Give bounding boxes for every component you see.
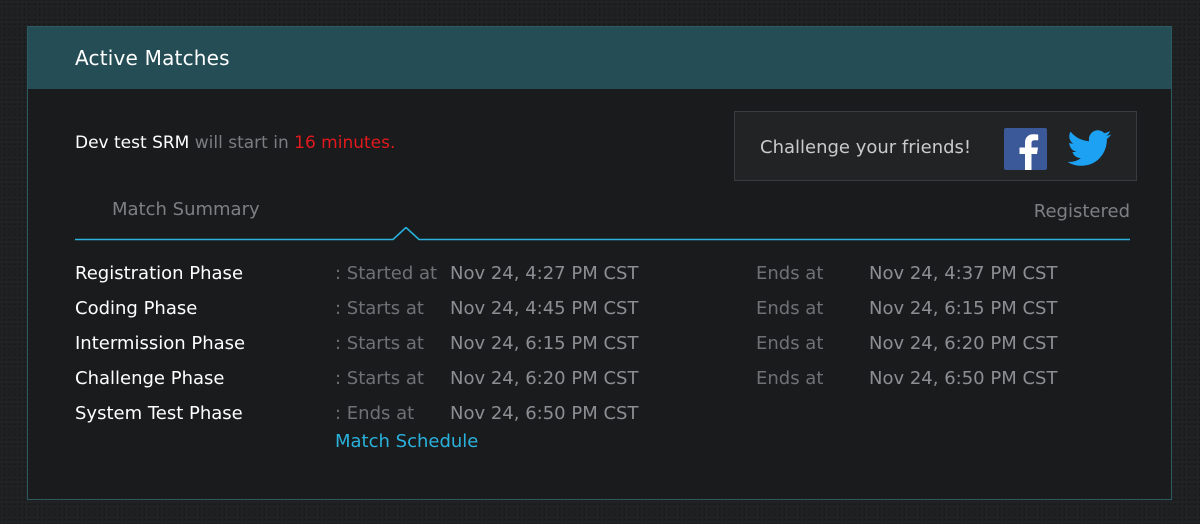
schedule-row-system-test: System Test Phase : Ends at Nov 24, 6:50… (75, 403, 1135, 438)
panel-header: Active Matches (28, 27, 1171, 89)
phase-name: Coding Phase (75, 298, 198, 319)
active-matches-panel: Active Matches Dev test SRM will start i… (27, 26, 1172, 500)
countdown-text: 16 minutes. (294, 133, 396, 153)
end-label: Ends at (756, 368, 824, 389)
match-name: Dev test SRM (75, 133, 190, 153)
start-time: Nov 24, 4:45 PM CST (450, 298, 639, 319)
phase-name: Challenge Phase (75, 368, 225, 389)
schedule-row-coding: Coding Phase : Starts at Nov 24, 4:45 PM… (75, 298, 1135, 333)
end-time: Nov 24, 4:37 PM CST (869, 263, 1058, 284)
phase-name: Intermission Phase (75, 333, 246, 354)
end-time: Nov 24, 6:20 PM CST (869, 333, 1058, 354)
start-label: : Started at (335, 263, 438, 284)
end-label: Ends at (756, 333, 824, 354)
challenge-friends-box: Challenge your friends! (734, 111, 1137, 181)
schedule-row-registration: Registration Phase : Started at Nov 24, … (75, 263, 1135, 298)
start-label: : Starts at (335, 298, 424, 319)
start-time: Nov 24, 6:50 PM CST (450, 403, 639, 424)
end-time: Nov 24, 6:15 PM CST (869, 298, 1058, 319)
challenge-text: Challenge your friends! (760, 137, 972, 158)
start-time: Nov 24, 6:15 PM CST (450, 333, 639, 354)
twitter-icon[interactable] (1067, 126, 1112, 170)
facebook-icon[interactable] (1004, 128, 1047, 170)
tab-underline (75, 227, 1130, 241)
start-time: Nov 24, 6:20 PM CST (450, 368, 639, 389)
start-label: : Starts at (335, 368, 424, 389)
match-status: Dev test SRM will start in 16 minutes. (75, 133, 395, 153)
will-start-text: will start in (189, 133, 295, 153)
end-label: Ends at (756, 263, 824, 284)
schedule-row-challenge: Challenge Phase : Starts at Nov 24, 6:20… (75, 368, 1135, 403)
panel-title: Active Matches (75, 46, 230, 70)
start-time: Nov 24, 4:27 PM CST (450, 263, 639, 284)
phase-name: System Test Phase (75, 403, 243, 424)
phase-name: Registration Phase (75, 263, 244, 284)
tab-registered[interactable]: Registered (1034, 201, 1130, 222)
end-label: Ends at (756, 298, 824, 319)
match-schedule-list: Registration Phase : Started at Nov 24, … (75, 263, 1135, 438)
schedule-row-intermission: Intermission Phase : Starts at Nov 24, 6… (75, 333, 1135, 368)
match-tabs: Match Summary Match Schedule Registered (75, 195, 1130, 452)
start-label: : Starts at (335, 333, 424, 354)
tab-match-summary[interactable]: Match Summary (112, 199, 260, 220)
start-label: : Ends at (335, 403, 415, 424)
end-time: Nov 24, 6:50 PM CST (869, 368, 1058, 389)
